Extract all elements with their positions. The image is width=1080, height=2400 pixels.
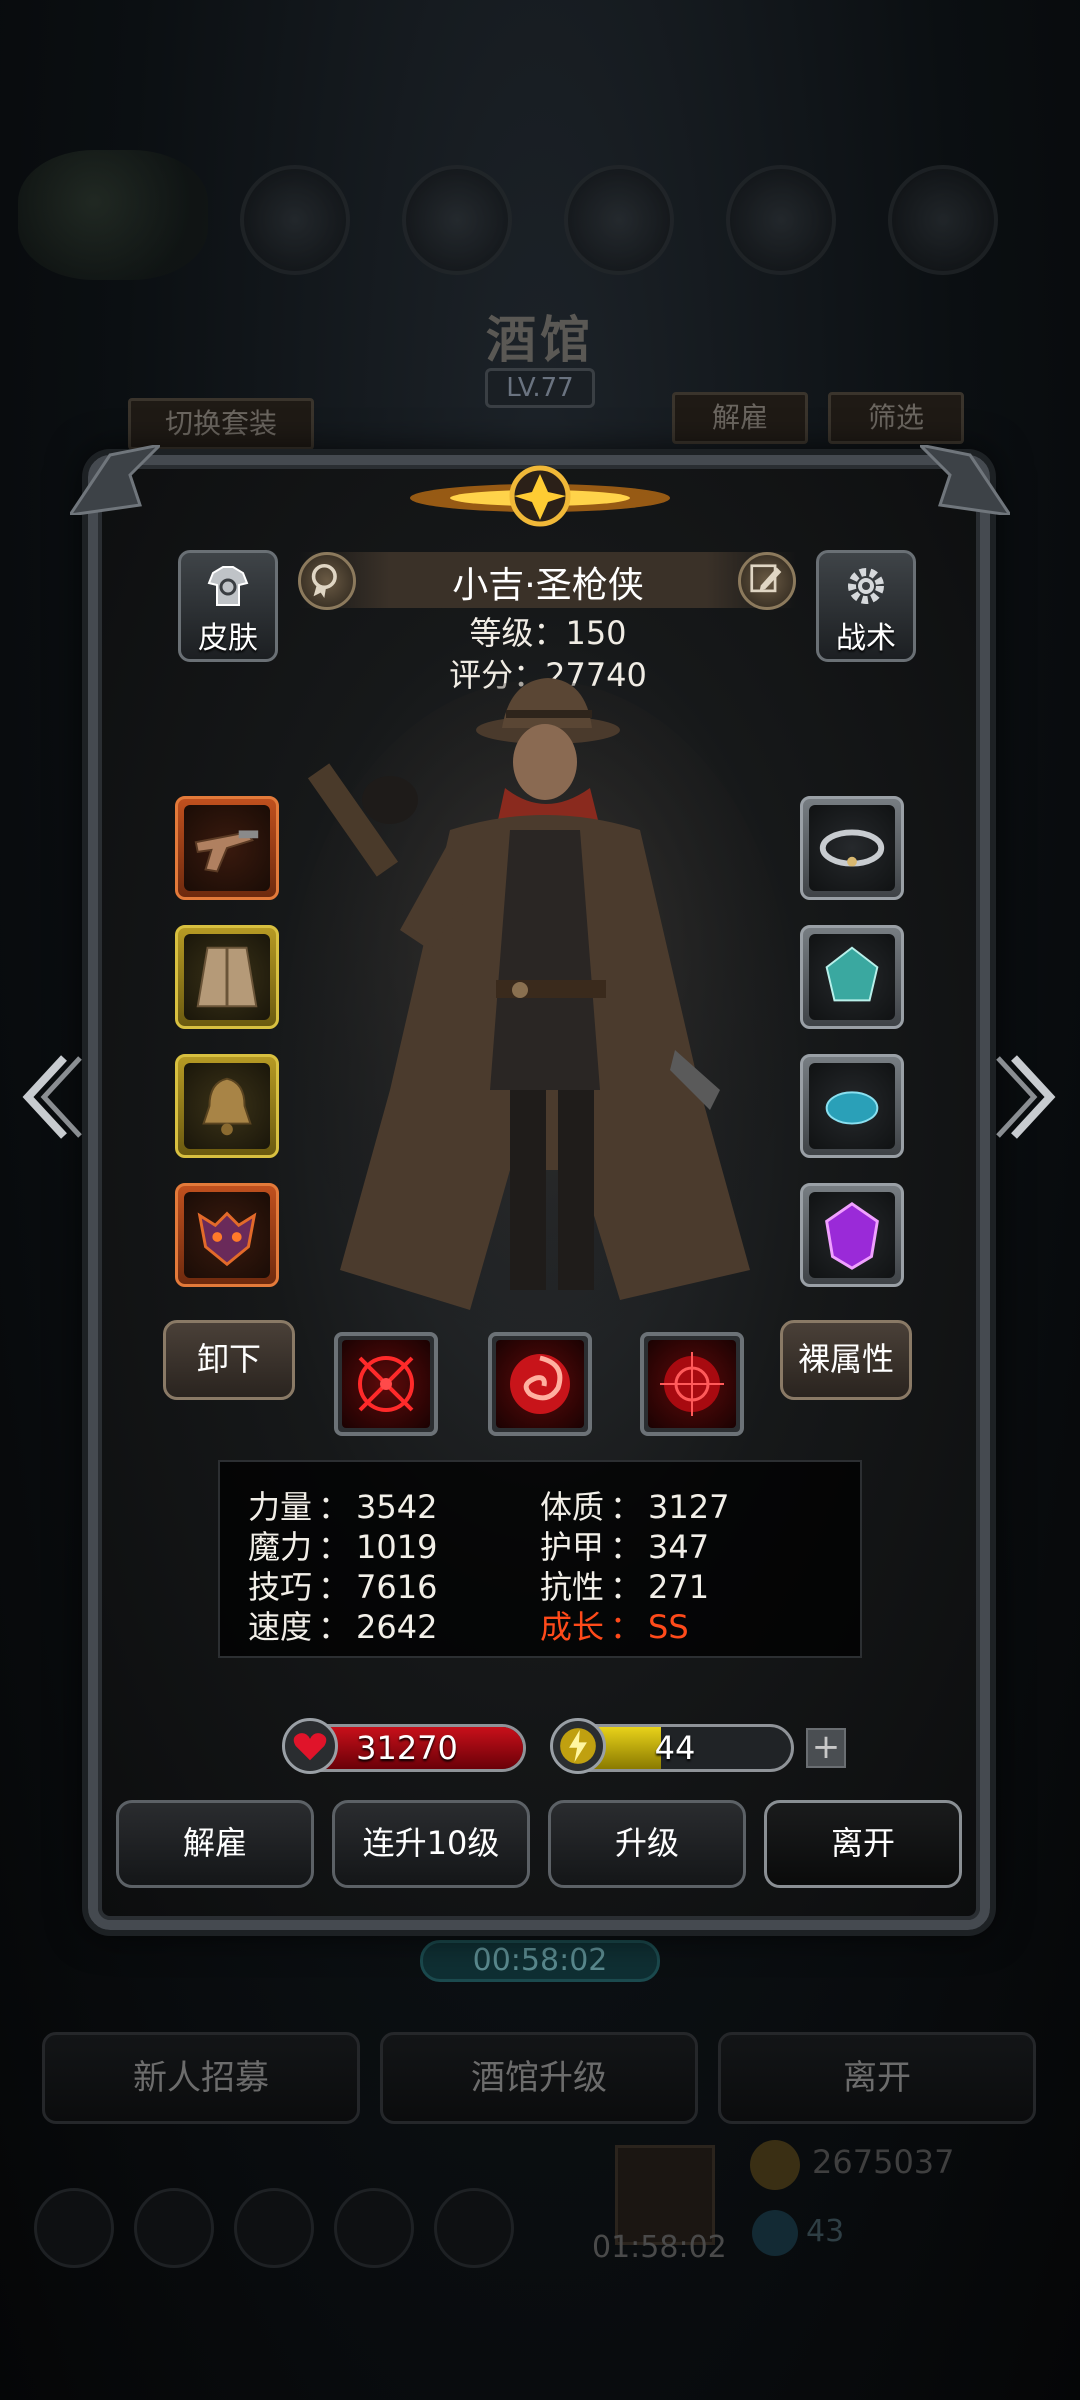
dismiss-button[interactable]: 解雇 xyxy=(116,1800,314,1888)
equip-slot-accessory[interactable] xyxy=(175,1054,279,1158)
heart-icon xyxy=(282,1718,338,1774)
crosshair-skill-icon xyxy=(358,1356,414,1412)
edit-name-icon[interactable] xyxy=(738,552,796,610)
target-skill-icon xyxy=(660,1352,724,1416)
silver-bracelet-icon xyxy=(819,829,885,867)
frame-ornament-left-icon xyxy=(70,445,160,515)
tactics-button[interactable]: 战术 xyxy=(816,550,916,662)
skill-slot-2[interactable] xyxy=(488,1332,592,1436)
bg-upgrade-tavern-button: 酒馆升级 xyxy=(380,2032,698,2124)
bronze-bell-icon xyxy=(202,1077,252,1136)
lightning-icon xyxy=(550,1718,606,1774)
gem-icon xyxy=(752,2210,798,2256)
equip-slot-stone[interactable] xyxy=(800,1054,904,1158)
bg-timer: 00:58:02 xyxy=(420,1940,660,1982)
menu-circle-icon xyxy=(726,165,836,275)
purple-gem-icon xyxy=(825,1202,879,1270)
bottom-nav-icon xyxy=(434,2188,514,2268)
gold-coin-icon xyxy=(750,2140,800,2190)
top-menu-icons xyxy=(240,165,1020,275)
shirt-icon xyxy=(207,566,249,606)
skin-label: 皮肤 xyxy=(198,621,258,656)
menu-circle-icon xyxy=(888,165,998,275)
menu-circle-icon xyxy=(240,165,350,275)
teal-crystal-icon xyxy=(825,946,879,1002)
base-stats-button[interactable]: 裸属性 xyxy=(780,1320,912,1400)
equip-slot-armor[interactable] xyxy=(175,925,279,1029)
gift-timer: 01:58:02 xyxy=(592,2230,727,2265)
demon-mask-icon xyxy=(197,1211,257,1267)
bg-dismiss-tab: 解雇 xyxy=(672,392,808,444)
gold-amount: 2675037 xyxy=(812,2143,955,2181)
bottom-nav-icon xyxy=(134,2188,214,2268)
hero-level: 等级：150 xyxy=(469,614,627,652)
equip-slot-weapon[interactable] xyxy=(175,796,279,900)
flintlock-pistol-icon xyxy=(194,830,259,873)
hero-name: 小吉·圣枪侠 xyxy=(452,565,644,606)
level-up-button[interactable]: 升级 xyxy=(548,1800,746,1888)
tavern-title: 酒馆 xyxy=(486,310,594,369)
equip-slot-crystal[interactable] xyxy=(800,925,904,1029)
bg-filter-tab: 筛选 xyxy=(828,392,964,444)
frame-ornament-right-icon xyxy=(920,445,1010,515)
bottom-nav-icon xyxy=(234,2188,314,2268)
gear-icon xyxy=(848,568,884,604)
tavern-level: LV.77 xyxy=(485,368,595,408)
bottom-nav-icon xyxy=(334,2188,414,2268)
golden-crest-icon xyxy=(410,465,670,527)
stat-growth: 成长： SS xyxy=(540,1608,689,1646)
add-energy-button[interactable]: + xyxy=(806,1728,846,1768)
fur-coat-icon xyxy=(196,946,258,1008)
equip-slot-helmet[interactable] xyxy=(175,1183,279,1287)
stat-speed: 速度： 2642 xyxy=(248,1608,438,1646)
gem-amount: 43 xyxy=(806,2214,845,2249)
swirl-skill-icon xyxy=(510,1354,570,1414)
skill-slot-3[interactable] xyxy=(640,1332,744,1436)
level-up-10-button[interactable]: 连升10级 xyxy=(332,1800,530,1888)
menu-circle-icon xyxy=(564,165,674,275)
skin-button[interactable]: 皮肤 xyxy=(178,550,278,662)
gunslinger-hero-portrait xyxy=(290,678,790,1340)
unequip-button[interactable]: 卸下 xyxy=(163,1320,295,1400)
equip-slot-bracelet[interactable] xyxy=(800,796,904,900)
switch-outfit-tab: 切换套装 xyxy=(128,398,314,450)
bg-recruit-button: 新人招募 xyxy=(42,2032,360,2124)
equip-slot-gem[interactable] xyxy=(800,1183,904,1287)
next-hero-arrow-icon[interactable] xyxy=(994,1052,1064,1142)
palm-tree-decoration xyxy=(18,150,208,280)
previous-hero-arrow-icon[interactable] xyxy=(14,1052,84,1142)
turquoise-stone-icon xyxy=(825,1091,879,1125)
menu-circle-icon xyxy=(402,165,512,275)
bg-leave-button: 离开 xyxy=(718,2032,1036,2124)
leave-button[interactable]: 离开 xyxy=(764,1800,962,1888)
tactics-label: 战术 xyxy=(836,621,896,656)
skill-slot-1[interactable] xyxy=(334,1332,438,1436)
bottom-nav-icon xyxy=(34,2188,114,2268)
